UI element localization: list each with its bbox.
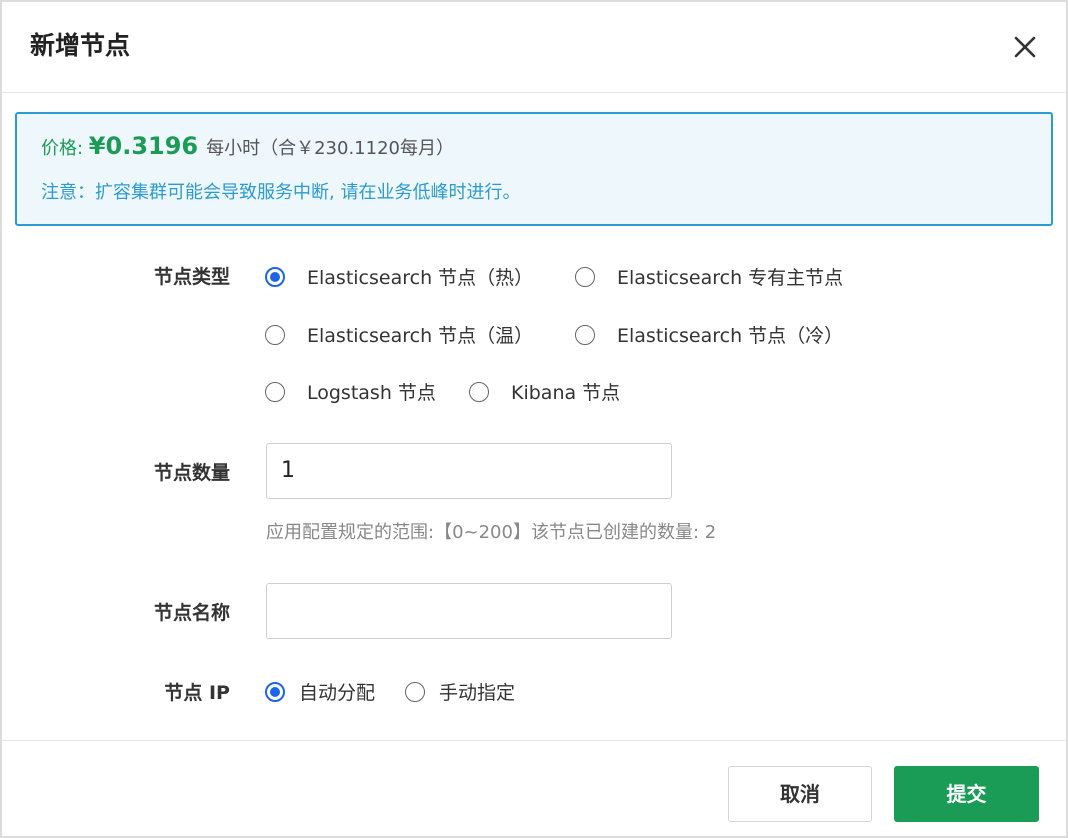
price-label: 价格: (41, 138, 89, 159)
radio-es-cold[interactable]: Elasticsearch 节点（冷） (575, 321, 843, 348)
radio-es-warm[interactable]: Elasticsearch 节点（温） (265, 321, 533, 348)
radio-label: Elasticsearch 节点（冷） (617, 325, 844, 347)
price-value: ¥0.3196 (88, 132, 199, 160)
radio-kibana[interactable]: Kibana 节点 (469, 378, 620, 405)
radio-ip-manual[interactable]: 手动指定 (405, 678, 515, 705)
dialog-footer: 取消 提交 (2, 740, 1066, 836)
node-count-label: 节点数量 (153, 462, 230, 484)
radio-es-hot[interactable]: Elasticsearch 节点（热） (265, 263, 533, 290)
radio-circle (265, 381, 285, 402)
warning-text: 注意：扩容集群可能会导致服务中断, 请在业务低峰时进行。 (41, 182, 521, 203)
price-line: 价格: ¥0.3196 每小时（合￥230.1120每月） (41, 132, 454, 160)
radio-logstash[interactable]: Logstash 节点 (265, 378, 436, 405)
node-name-input[interactable] (266, 583, 672, 639)
radio-label: Elasticsearch 节点（温） (307, 325, 534, 347)
submit-button[interactable]: 提交 (894, 766, 1039, 822)
radio-label: 手动指定 (439, 682, 516, 704)
dialog-header: 新增节点 (2, 2, 1066, 93)
price-note: 每小时（合￥230.1120每月） (206, 138, 454, 159)
radio-label: Elasticsearch 专有主节点 (617, 267, 844, 289)
radio-circle (405, 681, 425, 702)
price-notice: 价格: ¥0.3196 每小时（合￥230.1120每月） 注意：扩容集群可能会导… (15, 112, 1053, 226)
close-icon[interactable] (1010, 32, 1040, 62)
radio-circle (469, 381, 489, 402)
radio-ip-auto[interactable]: 自动分配 (265, 678, 375, 705)
add-node-dialog: 新增节点 价格: ¥0.3196 每小时（合￥230.1120每月） 注意：扩容集… (0, 0, 1068, 838)
radio-label: Logstash 节点 (307, 382, 436, 404)
radio-circle (265, 324, 285, 345)
radio-es-master[interactable]: Elasticsearch 专有主节点 (575, 263, 843, 290)
radio-label: 自动分配 (299, 682, 376, 704)
node-count-input[interactable]: 1 (266, 443, 672, 499)
radio-label: Elasticsearch 节点（热） (307, 267, 534, 289)
node-count-hint: 应用配置规定的范围:【0~200】该节点已创建的数量: 2 (266, 522, 717, 543)
node-name-label: 节点名称 (153, 602, 230, 624)
dialog-title: 新增节点 (30, 31, 131, 60)
node-type-label: 节点类型 (153, 266, 230, 288)
radio-circle (575, 266, 595, 287)
radio-circle (265, 681, 285, 702)
radio-circle (265, 266, 285, 287)
radio-circle (575, 324, 595, 345)
radio-label: Kibana 节点 (511, 382, 621, 404)
node-ip-label: 节点 IP (164, 682, 230, 704)
cancel-button[interactable]: 取消 (728, 766, 872, 822)
